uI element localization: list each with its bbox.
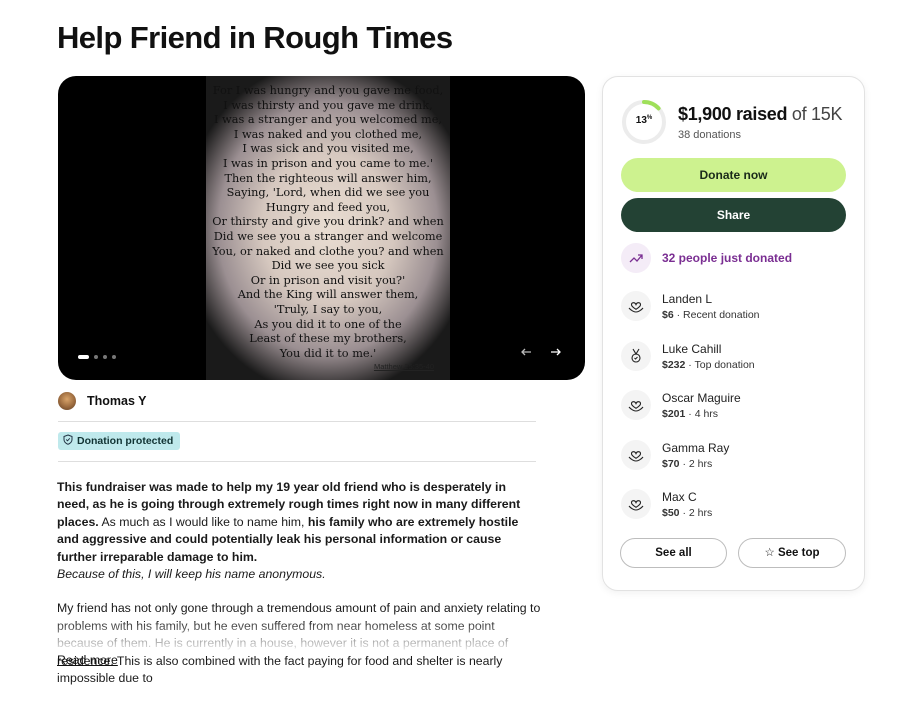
- carousel-dot[interactable]: [94, 355, 98, 359]
- read-more-link[interactable]: Read more: [57, 653, 118, 667]
- medal-icon: [621, 341, 651, 371]
- amount-raised: $1,900 raised of 15K: [678, 104, 843, 124]
- trending-notice: 32 people just donated: [621, 243, 792, 273]
- donor-item: Landen L $6 · Recent donation: [621, 291, 760, 321]
- star-icon: ☆: [764, 547, 775, 559]
- donor-item: Max C $50 · 2 hrs: [621, 489, 712, 519]
- arrow-right-icon[interactable]: [546, 344, 566, 364]
- divider: [58, 461, 536, 462]
- page-title: Help Friend in Rough Times: [57, 20, 453, 55]
- heart-hand-icon: [621, 390, 651, 420]
- donor-item: Oscar Maguire $201 · 4 hrs: [621, 390, 741, 420]
- media-carousel[interactable]: For I was hungry and you gave me food, I …: [58, 76, 585, 380]
- carousel-dot-active[interactable]: [78, 355, 89, 359]
- donor-item: Gamma Ray $70 · 2 hrs: [621, 440, 729, 470]
- divider: [58, 421, 536, 422]
- organizer-name[interactable]: Thomas Y: [87, 394, 147, 408]
- donation-count: 38 donations: [678, 129, 741, 141]
- see-top-button[interactable]: ☆ See top: [738, 538, 846, 568]
- carousel-dot[interactable]: [103, 355, 107, 359]
- poem-text: For I was hungry and you gave me food, I …: [212, 84, 444, 360]
- heart-hand-icon: [621, 489, 651, 519]
- heart-hand-icon: [621, 440, 651, 470]
- progress-percent: 13%: [635, 115, 653, 126]
- poem-citation: Matthew 25:35-40: [373, 362, 434, 371]
- donation-card: 13% $1,900 raised of 15K 38 donations Do…: [602, 76, 865, 591]
- story-fade: [57, 622, 547, 654]
- heart-hand-icon: [621, 291, 651, 321]
- avatar[interactable]: [58, 392, 76, 410]
- donate-now-button[interactable]: Donate now: [621, 158, 846, 192]
- donor-item: Luke Cahill $232 · Top donation: [621, 341, 755, 371]
- poem-image: For I was hungry and you gave me food, I …: [206, 76, 450, 380]
- see-all-button[interactable]: See all: [620, 538, 727, 568]
- carousel-dots[interactable]: [78, 355, 116, 359]
- trending-up-icon: [621, 243, 651, 273]
- donation-protected-badge[interactable]: Donation protected: [58, 432, 181, 450]
- arrow-left-icon[interactable]: [516, 344, 536, 364]
- organizer[interactable]: Thomas Y: [58, 392, 147, 410]
- story-text: This fundraiser was made to help my 19 y…: [57, 480, 541, 686]
- carousel-dot[interactable]: [112, 355, 116, 359]
- share-button[interactable]: Share: [621, 198, 846, 232]
- badge-label: Donation protected: [77, 435, 174, 447]
- shield-icon: [63, 434, 73, 448]
